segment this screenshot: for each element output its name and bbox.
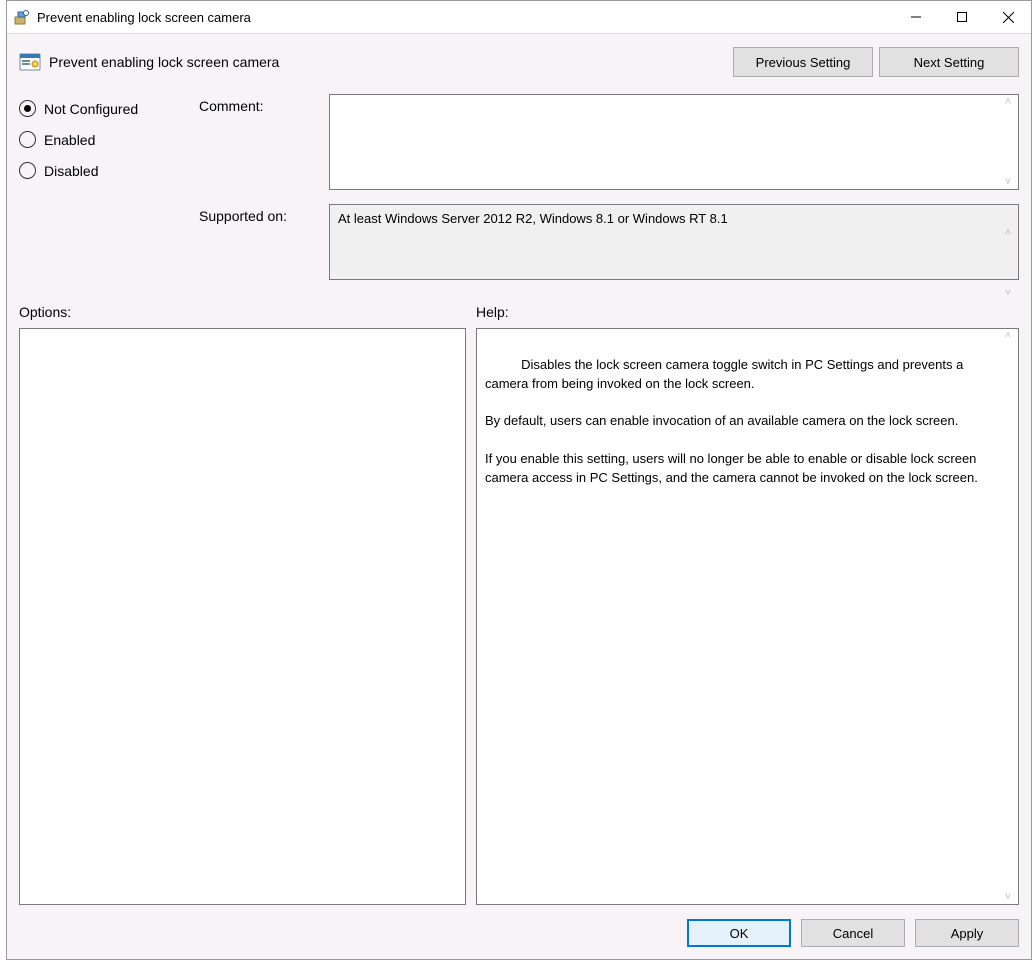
scroll-down-icon[interactable]: ˅ <box>1000 175 1016 189</box>
supported-on-box: At least Windows Server 2012 R2, Windows… <box>329 204 1019 280</box>
next-setting-button[interactable]: Next Setting <box>879 47 1019 77</box>
config-row: Not Configured Enabled Disabled Comment: <box>19 94 1019 294</box>
comment-label: Comment: <box>199 94 329 114</box>
help-column: Help: Disables the lock screen camera to… <box>476 304 1019 905</box>
bottom-bar: OK Cancel Apply <box>19 919 1019 947</box>
options-label: Options: <box>19 304 466 320</box>
radio-circle-icon <box>19 131 36 148</box>
policy-header: Prevent enabling lock screen camera Prev… <box>19 44 1019 80</box>
comment-textarea[interactable]: ˄ ˅ <box>329 94 1019 190</box>
help-panel[interactable]: Disables the lock screen camera toggle s… <box>476 328 1019 905</box>
supported-on-label: Supported on: <box>199 204 329 224</box>
cancel-button[interactable]: Cancel <box>801 919 905 947</box>
help-text: Disables the lock screen camera toggle s… <box>485 357 980 485</box>
title-bar[interactable]: Prevent enabling lock screen camera <box>7 1 1031 33</box>
radio-disabled[interactable]: Disabled <box>19 162 199 179</box>
window-title: Prevent enabling lock screen camera <box>37 10 893 25</box>
ok-button[interactable]: OK <box>687 919 791 947</box>
client-area: Prevent enabling lock screen camera Prev… <box>7 33 1031 959</box>
sections: Options: Help: Disables the lock screen … <box>19 304 1019 905</box>
policy-icon <box>19 51 41 73</box>
scroll-up-icon[interactable]: ˄ <box>1000 226 1016 240</box>
radio-label: Not Configured <box>44 101 138 117</box>
maximize-button[interactable] <box>939 1 985 33</box>
radio-label: Enabled <box>44 132 95 148</box>
radio-circle-icon <box>19 162 36 179</box>
dialog-window: Prevent enabling lock screen camera <box>6 0 1032 960</box>
minimize-button[interactable] <box>893 1 939 33</box>
radio-circle-icon <box>19 100 36 117</box>
apply-button[interactable]: Apply <box>915 919 1019 947</box>
options-column: Options: <box>19 304 466 905</box>
scroll-up-icon[interactable]: ˄ <box>1000 329 1016 343</box>
radio-enabled[interactable]: Enabled <box>19 131 199 148</box>
policy-title: Prevent enabling lock screen camera <box>49 54 727 70</box>
previous-setting-button[interactable]: Previous Setting <box>733 47 873 77</box>
options-panel <box>19 328 466 905</box>
state-radio-group: Not Configured Enabled Disabled <box>19 94 199 193</box>
help-label: Help: <box>476 304 1019 320</box>
scroll-down-icon[interactable]: ˅ <box>1000 890 1016 904</box>
close-button[interactable] <box>985 1 1031 33</box>
radio-not-configured[interactable]: Not Configured <box>19 100 199 117</box>
scroll-down-icon[interactable]: ˅ <box>1000 286 1016 300</box>
radio-label: Disabled <box>44 163 98 179</box>
app-icon <box>13 8 31 26</box>
scroll-up-icon[interactable]: ˄ <box>1000 95 1016 109</box>
supported-on-text: At least Windows Server 2012 R2, Windows… <box>338 211 728 226</box>
